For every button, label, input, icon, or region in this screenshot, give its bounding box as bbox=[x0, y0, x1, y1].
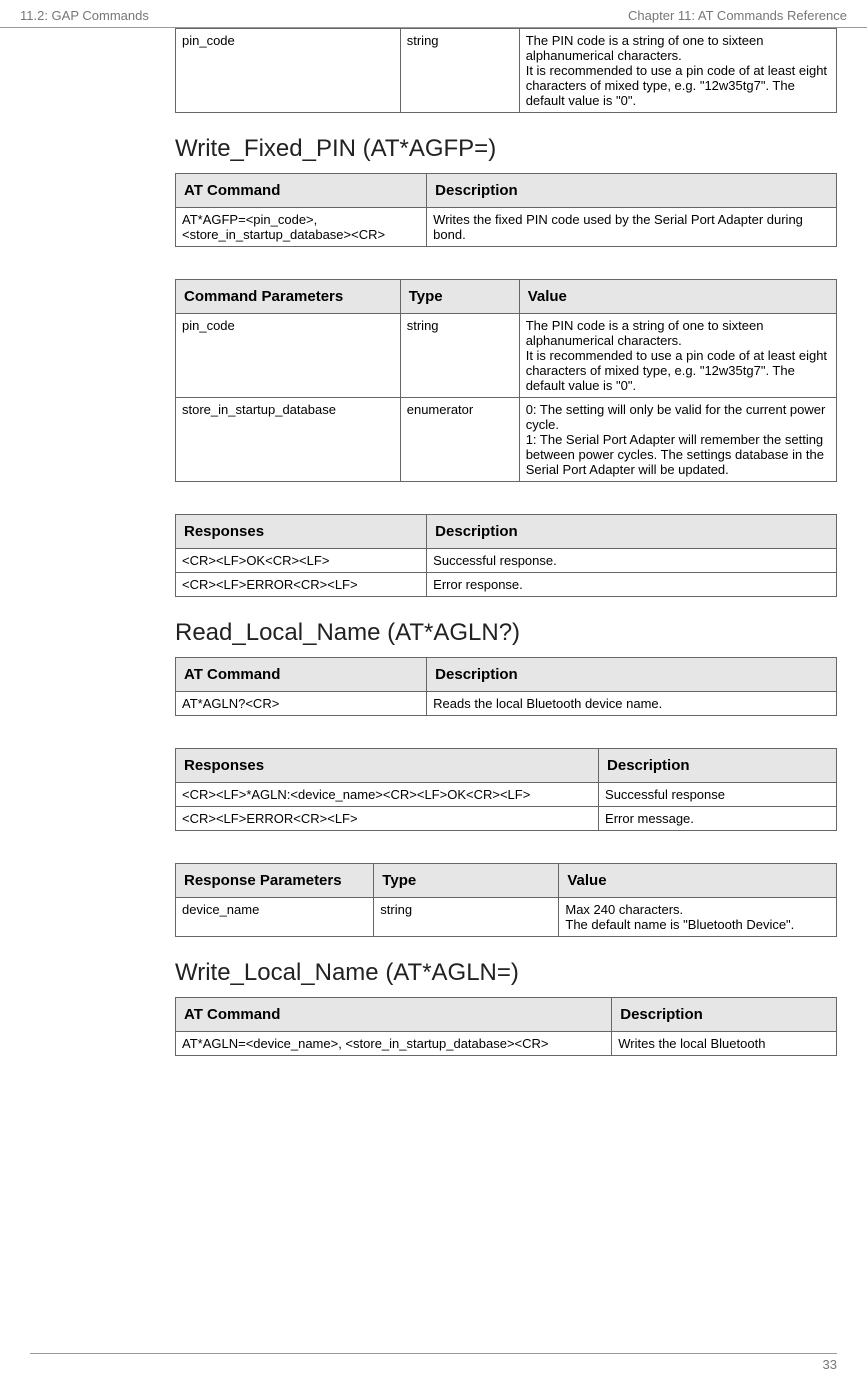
section-title-write-fixed-pin: Write_Fixed_PIN (AT*AGFP=) bbox=[175, 135, 837, 163]
table-header-row: Command Parameters Type Value bbox=[176, 280, 837, 314]
cell-param-value: 0: The setting will only be valid for th… bbox=[519, 398, 836, 482]
cell-description: Error message. bbox=[599, 807, 837, 831]
responses-table: Responses Description <CR><LF>*AGLN:<dev… bbox=[175, 748, 837, 831]
cell-description: Writes the fixed PIN code used by the Se… bbox=[427, 208, 837, 247]
header-right: Chapter 11: AT Commands Reference bbox=[628, 8, 847, 23]
table-row: <CR><LF>*AGLN:<device_name><CR><LF>OK<CR… bbox=[176, 783, 837, 807]
th-responses: Responses bbox=[176, 515, 427, 549]
cell-description: Successful response bbox=[599, 783, 837, 807]
th-command-parameters: Command Parameters bbox=[176, 280, 401, 314]
table-row: AT*AGLN=<device_name>, <store_in_startup… bbox=[176, 1032, 837, 1056]
th-type: Type bbox=[400, 280, 519, 314]
th-value: Value bbox=[559, 864, 837, 898]
table-row: store_in_startup_database enumerator 0: … bbox=[176, 398, 837, 482]
table-row: <CR><LF>OK<CR><LF> Successful response. bbox=[176, 549, 837, 573]
table-header-row: AT Command Description bbox=[176, 998, 837, 1032]
th-responses: Responses bbox=[176, 749, 599, 783]
th-type: Type bbox=[374, 864, 559, 898]
page-header: 11.2: GAP Commands Chapter 11: AT Comman… bbox=[0, 0, 867, 28]
table-row: device_name string Max 240 characters. T… bbox=[176, 898, 837, 937]
cell-response: <CR><LF>OK<CR><LF> bbox=[176, 549, 427, 573]
cell-param-type: string bbox=[400, 29, 519, 113]
th-description: Description bbox=[599, 749, 837, 783]
top-param-table: pin_code string The PIN code is a string… bbox=[175, 28, 837, 113]
at-command-table: AT Command Description AT*AGLN=<device_n… bbox=[175, 997, 837, 1056]
th-description: Description bbox=[612, 998, 837, 1032]
table-header-row: Response Parameters Type Value bbox=[176, 864, 837, 898]
cell-param-name: device_name bbox=[176, 898, 374, 937]
cell-response: <CR><LF>*AGLN:<device_name><CR><LF>OK<CR… bbox=[176, 783, 599, 807]
cell-description: Error response. bbox=[427, 573, 837, 597]
cell-param-name: pin_code bbox=[176, 29, 401, 113]
th-description: Description bbox=[427, 658, 837, 692]
cell-param-type: string bbox=[374, 898, 559, 937]
responses-table: Responses Description <CR><LF>OK<CR><LF>… bbox=[175, 514, 837, 597]
cell-description: Successful response. bbox=[427, 549, 837, 573]
table-header-row: Responses Description bbox=[176, 515, 837, 549]
section-title-write-local-name: Write_Local_Name (AT*AGLN=) bbox=[175, 959, 837, 987]
cell-at-command: AT*AGFP=<pin_code>, <store_in_startup_da… bbox=[176, 208, 427, 247]
th-response-parameters: Response Parameters bbox=[176, 864, 374, 898]
cell-param-value: Max 240 characters. The default name is … bbox=[559, 898, 837, 937]
cell-param-value: The PIN code is a string of one to sixte… bbox=[519, 29, 836, 113]
cell-param-type: string bbox=[400, 314, 519, 398]
cell-at-command: AT*AGLN=<device_name>, <store_in_startup… bbox=[176, 1032, 612, 1056]
th-description: Description bbox=[427, 174, 837, 208]
response-parameters-table: Response Parameters Type Value device_na… bbox=[175, 863, 837, 937]
at-command-table: AT Command Description AT*AGLN?<CR> Read… bbox=[175, 657, 837, 716]
cell-param-name: pin_code bbox=[176, 314, 401, 398]
cell-response: <CR><LF>ERROR<CR><LF> bbox=[176, 573, 427, 597]
th-description: Description bbox=[427, 515, 837, 549]
cell-param-value: The PIN code is a string of one to sixte… bbox=[519, 314, 836, 398]
table-row: AT*AGLN?<CR> Reads the local Bluetooth d… bbox=[176, 692, 837, 716]
th-at-command: AT Command bbox=[176, 998, 612, 1032]
table-header-row: Responses Description bbox=[176, 749, 837, 783]
cell-description: Writes the local Bluetooth bbox=[612, 1032, 837, 1056]
command-parameters-table: Command Parameters Type Value pin_code s… bbox=[175, 279, 837, 482]
section-title-read-local-name: Read_Local_Name (AT*AGLN?) bbox=[175, 619, 837, 647]
table-header-row: AT Command Description bbox=[176, 174, 837, 208]
page-footer: 33 bbox=[30, 1353, 837, 1372]
table-row: AT*AGFP=<pin_code>, <store_in_startup_da… bbox=[176, 208, 837, 247]
th-at-command: AT Command bbox=[176, 174, 427, 208]
cell-description: Reads the local Bluetooth device name. bbox=[427, 692, 837, 716]
cell-at-command: AT*AGLN?<CR> bbox=[176, 692, 427, 716]
page-body: pin_code string The PIN code is a string… bbox=[0, 28, 867, 1056]
table-row: pin_code string The PIN code is a string… bbox=[176, 29, 837, 113]
table-row: pin_code string The PIN code is a string… bbox=[176, 314, 837, 398]
header-left: 11.2: GAP Commands bbox=[20, 8, 149, 23]
cell-param-type: enumerator bbox=[400, 398, 519, 482]
th-value: Value bbox=[519, 280, 836, 314]
table-header-row: AT Command Description bbox=[176, 658, 837, 692]
page-number: 33 bbox=[823, 1357, 837, 1372]
at-command-table: AT Command Description AT*AGFP=<pin_code… bbox=[175, 173, 837, 247]
table-row: <CR><LF>ERROR<CR><LF> Error message. bbox=[176, 807, 837, 831]
cell-param-name: store_in_startup_database bbox=[176, 398, 401, 482]
table-row: <CR><LF>ERROR<CR><LF> Error response. bbox=[176, 573, 837, 597]
cell-response: <CR><LF>ERROR<CR><LF> bbox=[176, 807, 599, 831]
th-at-command: AT Command bbox=[176, 658, 427, 692]
